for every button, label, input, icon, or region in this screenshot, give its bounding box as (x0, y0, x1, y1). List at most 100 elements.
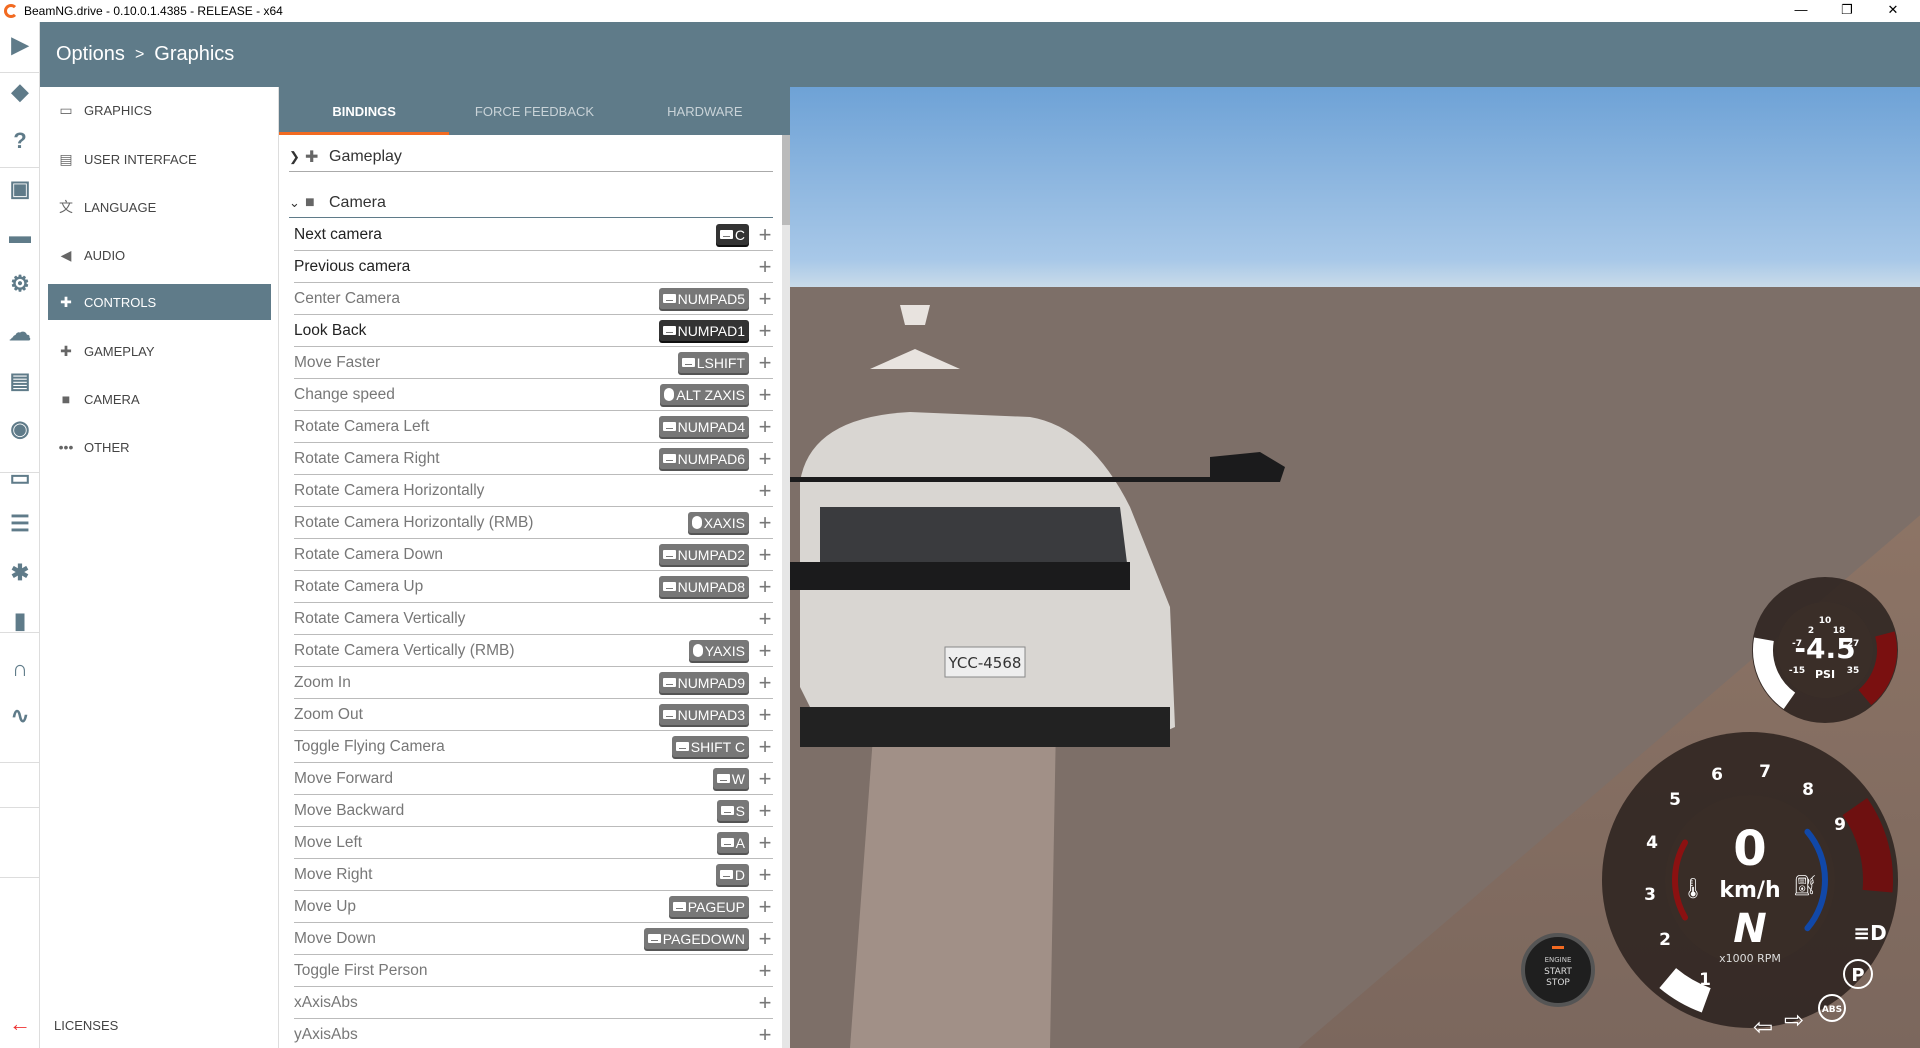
add-binding-button[interactable]: + (757, 767, 773, 789)
back-arrow-icon[interactable]: ← (6, 1010, 34, 1038)
help-icon[interactable]: ? (6, 127, 34, 155)
close-button[interactable]: ✕ (1870, 0, 1916, 22)
menu-item-language[interactable]: 文 LANGUAGE (48, 189, 271, 225)
stats-icon[interactable]: ▮ (6, 607, 34, 635)
binding-key-badge[interactable]: NUMPAD2 (658, 544, 749, 565)
add-binding-button[interactable]: + (757, 703, 773, 725)
binding-row[interactable]: Look Back NUMPAD1 + (294, 315, 773, 347)
tab-force-feedback[interactable]: FORCE FEEDBACK (449, 87, 619, 135)
scrollbar[interactable] (782, 135, 790, 1048)
add-binding-button[interactable]: + (757, 415, 773, 437)
binding-row[interactable]: xAxisAbs + (294, 987, 773, 1019)
binding-key-badge[interactable]: NUMPAD8 (658, 576, 749, 597)
add-binding-button[interactable]: + (757, 287, 773, 309)
play-icon[interactable]: ▶ (6, 31, 34, 59)
add-binding-button[interactable]: + (757, 447, 773, 469)
add-binding-button[interactable]: + (757, 927, 773, 949)
add-binding-button[interactable]: + (757, 319, 773, 341)
menu-item-graphics[interactable]: ▭ GRAPHICS (48, 92, 271, 128)
add-binding-button[interactable]: + (757, 671, 773, 693)
add-binding-button[interactable]: + (757, 895, 773, 917)
binding-row[interactable]: Move Forward W + (294, 763, 773, 795)
binding-row[interactable]: Rotate Camera Left NUMPAD4 + (294, 411, 773, 443)
binding-row[interactable]: Previous camera + (294, 251, 773, 283)
binding-row[interactable]: Rotate Camera Right NUMPAD6 + (294, 443, 773, 475)
binding-row[interactable]: Toggle Flying Camera SHIFT C + (294, 731, 773, 763)
settings-icon[interactable]: ⚙ (6, 270, 34, 298)
binding-row[interactable]: Toggle First Person + (294, 955, 773, 987)
binding-row[interactable]: Zoom In NUMPAD9 + (294, 667, 773, 699)
binding-row[interactable]: Move Faster LSHIFT + (294, 347, 773, 379)
add-binding-button[interactable]: + (757, 831, 773, 853)
binding-row[interactable]: Next camera C + (294, 219, 773, 251)
add-binding-button[interactable]: + (757, 799, 773, 821)
layers-icon[interactable]: ◆ (6, 78, 34, 106)
binding-row[interactable]: yAxisAbs + (294, 1019, 773, 1048)
binding-row[interactable]: Rotate Camera Up NUMPAD8 + (294, 571, 773, 603)
tab-hardware[interactable]: HARDWARE (620, 87, 790, 135)
add-binding-button[interactable]: + (757, 863, 773, 885)
binding-key-badge[interactable]: SHIFT C (671, 736, 749, 757)
cloud-icon[interactable]: ☁ (6, 319, 34, 347)
binding-key-badge[interactable]: XAXIS (687, 512, 749, 533)
car-icon[interactable]: ▬ (6, 222, 34, 250)
binding-key-badge[interactable]: YAXIS (688, 640, 749, 661)
binding-row[interactable]: Zoom Out NUMPAD3 + (294, 699, 773, 731)
add-binding-button[interactable]: + (757, 543, 773, 565)
binding-key-badge[interactable]: ALT ZAXIS (660, 384, 749, 405)
headphones-icon[interactable]: ∩ (6, 655, 34, 683)
add-binding-button[interactable]: + (757, 351, 773, 373)
tab-bindings[interactable]: BINDINGS (279, 87, 450, 135)
binding-row[interactable]: Rotate Camera Horizontally + (294, 475, 773, 507)
binding-key-badge[interactable]: PAGEUP (668, 896, 749, 917)
binding-key-badge[interactable]: A (716, 832, 749, 853)
binding-key-badge[interactable]: S (716, 800, 749, 821)
menu-item-controls[interactable]: ✚ CONTROLS (48, 284, 271, 320)
add-binding-button[interactable]: + (757, 607, 773, 629)
binding-key-badge[interactable]: NUMPAD1 (658, 320, 749, 341)
sliders-icon[interactable]: ☰ (6, 510, 34, 538)
binding-row[interactable]: Rotate Camera Vertically (RMB) YAXIS + (294, 635, 773, 667)
add-binding-button[interactable]: + (757, 991, 773, 1013)
menu-item-audio[interactable]: ◀ AUDIO (48, 237, 271, 273)
binding-row[interactable]: Rotate Camera Down NUMPAD2 + (294, 539, 773, 571)
add-binding-button[interactable]: + (757, 1023, 773, 1045)
binding-row[interactable]: Move Backward S + (294, 795, 773, 827)
binding-key-badge[interactable]: NUMPAD4 (658, 416, 749, 437)
minimize-button[interactable]: — (1778, 0, 1824, 22)
group-camera[interactable]: ⌄ ■ Camera (289, 188, 773, 218)
add-binding-button[interactable]: + (757, 735, 773, 757)
binding-row[interactable]: Move Up PAGEUP + (294, 891, 773, 923)
add-binding-button[interactable]: + (757, 959, 773, 981)
add-binding-button[interactable]: + (757, 575, 773, 597)
group-gameplay[interactable]: ❯ ✚ Gameplay (289, 142, 773, 172)
add-binding-button[interactable]: + (757, 255, 773, 277)
menu-item-camera[interactable]: ■ CAMERA (48, 381, 271, 417)
binding-key-badge[interactable]: W (712, 768, 749, 789)
ui-apps-icon[interactable]: ▭ (6, 464, 34, 492)
binding-key-badge[interactable]: PAGEDOWN (643, 928, 749, 949)
binding-row[interactable]: Rotate Camera Vertically + (294, 603, 773, 635)
path-icon[interactable]: ∿ (6, 702, 34, 730)
binding-row[interactable]: Move Down PAGEDOWN + (294, 923, 773, 955)
add-binding-button[interactable]: + (757, 639, 773, 661)
binding-key-badge[interactable]: C (715, 224, 749, 245)
restore-button[interactable]: ❐ (1824, 0, 1870, 22)
licenses-link[interactable]: LICENSES (54, 1018, 118, 1033)
add-binding-button[interactable]: + (757, 511, 773, 533)
binding-key-badge[interactable]: NUMPAD3 (658, 704, 749, 725)
add-binding-button[interactable]: + (757, 479, 773, 501)
menu-item-other[interactable]: ••• OTHER (48, 429, 271, 465)
menu-item-gameplay[interactable]: ✚ GAMEPLAY (48, 333, 271, 369)
binding-key-badge[interactable]: NUMPAD9 (658, 672, 749, 693)
add-binding-button[interactable]: + (757, 223, 773, 245)
binding-key-badge[interactable]: NUMPAD5 (658, 288, 749, 309)
binding-row[interactable]: Rotate Camera Horizontally (RMB) XAXIS + (294, 507, 773, 539)
film-icon[interactable]: ▤ (6, 367, 34, 395)
binding-key-badge[interactable]: NUMPAD6 (658, 448, 749, 469)
mission-icon[interactable]: ▣ (6, 175, 34, 203)
binding-row[interactable]: Change speed ALT ZAXIS + (294, 379, 773, 411)
breadcrumb-options[interactable]: Options (56, 43, 125, 66)
binding-key-badge[interactable]: LSHIFT (677, 352, 749, 373)
scrollbar-thumb[interactable] (782, 135, 790, 225)
